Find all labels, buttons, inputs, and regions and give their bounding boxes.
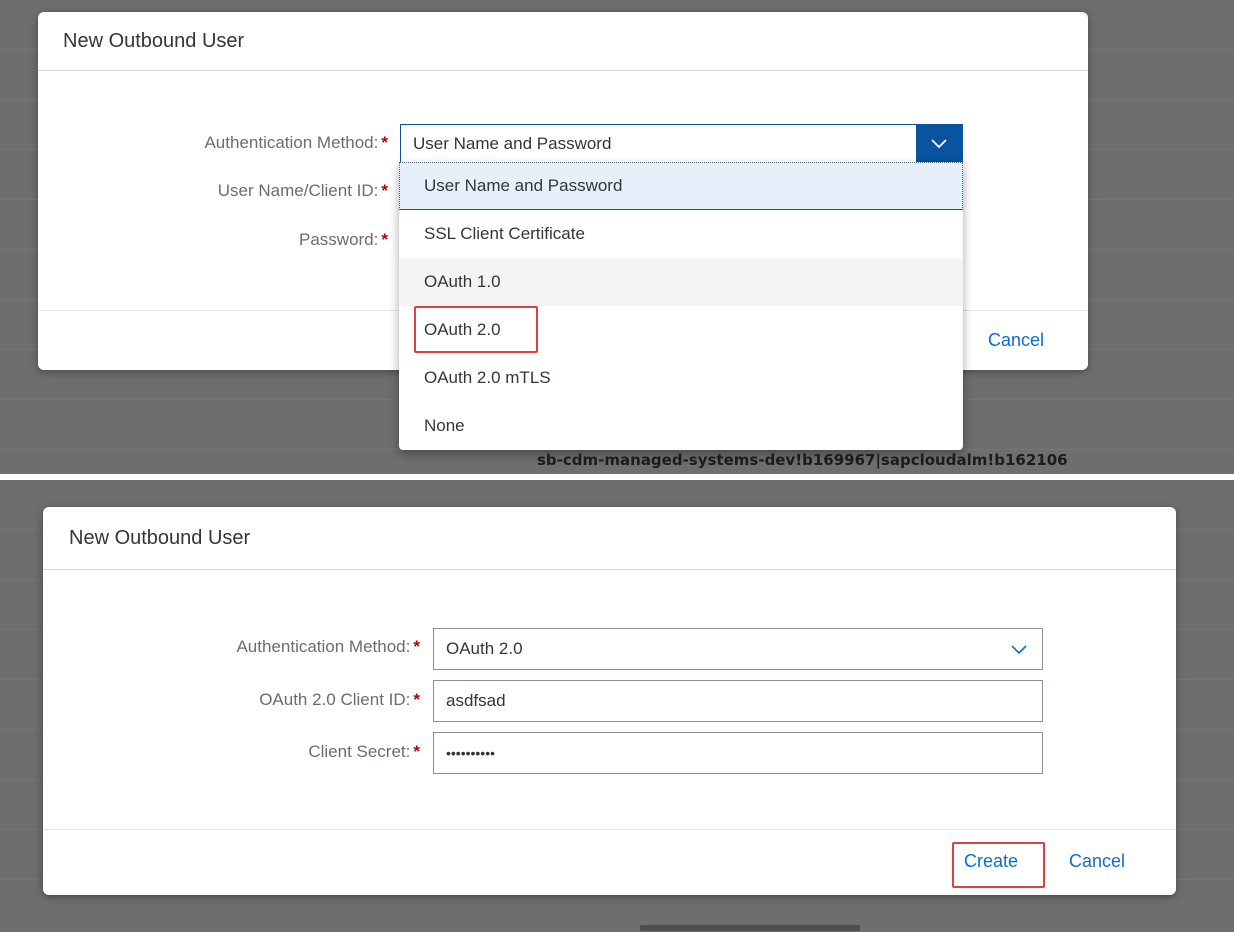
dropdown-option[interactable]: SSL Client Certificate <box>399 210 963 258</box>
dialog-title: New Outbound User <box>38 12 1088 71</box>
dropdown-arrow-button[interactable] <box>916 125 962 163</box>
client-secret-label: Client Secret: * <box>308 742 420 761</box>
chevron-down-icon <box>931 139 947 149</box>
user-name-label: User Name/Client ID: * <box>217 181 388 200</box>
auth-method-label: Authentication Method: * <box>204 133 388 152</box>
chevron-down-icon <box>1011 645 1027 655</box>
dropdown-option[interactable]: OAuth 1.0 <box>399 258 963 306</box>
cropped-text-fragment <box>640 925 860 931</box>
client-secret-input[interactable]: •••••••••• <box>433 732 1043 774</box>
top-screenshot-panel: New Outbound User Authentication Method:… <box>0 0 1234 474</box>
required-marker: * <box>413 637 420 656</box>
dialog-title: New Outbound User <box>43 507 1176 570</box>
cancel-button[interactable]: Cancel <box>1069 851 1125 872</box>
required-marker: * <box>381 181 388 200</box>
auth-method-value: OAuth 2.0 <box>446 639 523 658</box>
client-id-label: OAuth 2.0 Client ID: * <box>259 690 420 709</box>
client-id-value: asdfsad <box>446 691 506 710</box>
required-marker: * <box>413 690 420 709</box>
highlight-box <box>414 306 538 353</box>
dropdown-option[interactable]: None <box>399 402 963 450</box>
auth-method-value: User Name and Password <box>413 134 612 153</box>
client-id-input[interactable]: asdfsad <box>433 680 1043 722</box>
required-marker: * <box>381 133 388 152</box>
required-marker: * <box>413 742 420 761</box>
auth-method-select[interactable]: User Name and Password <box>400 124 963 164</box>
cancel-button[interactable]: Cancel <box>988 330 1044 351</box>
required-marker: * <box>381 230 388 249</box>
dropdown-option[interactable]: OAuth 2.0 mTLS <box>399 354 963 402</box>
dropdown-option[interactable]: User Name and Password <box>399 162 963 210</box>
new-outbound-user-dialog: New Outbound User Authentication Method:… <box>43 507 1176 895</box>
technical-name-text: sb-cdm-managed-systems-dev!b169967|sapcl… <box>537 451 1068 469</box>
auth-method-label: Authentication Method: * <box>236 637 420 656</box>
highlight-box <box>952 842 1045 888</box>
client-secret-value: •••••••••• <box>446 745 496 761</box>
auth-method-select[interactable]: OAuth 2.0 <box>433 628 1043 670</box>
password-label: Password: * <box>299 230 388 249</box>
